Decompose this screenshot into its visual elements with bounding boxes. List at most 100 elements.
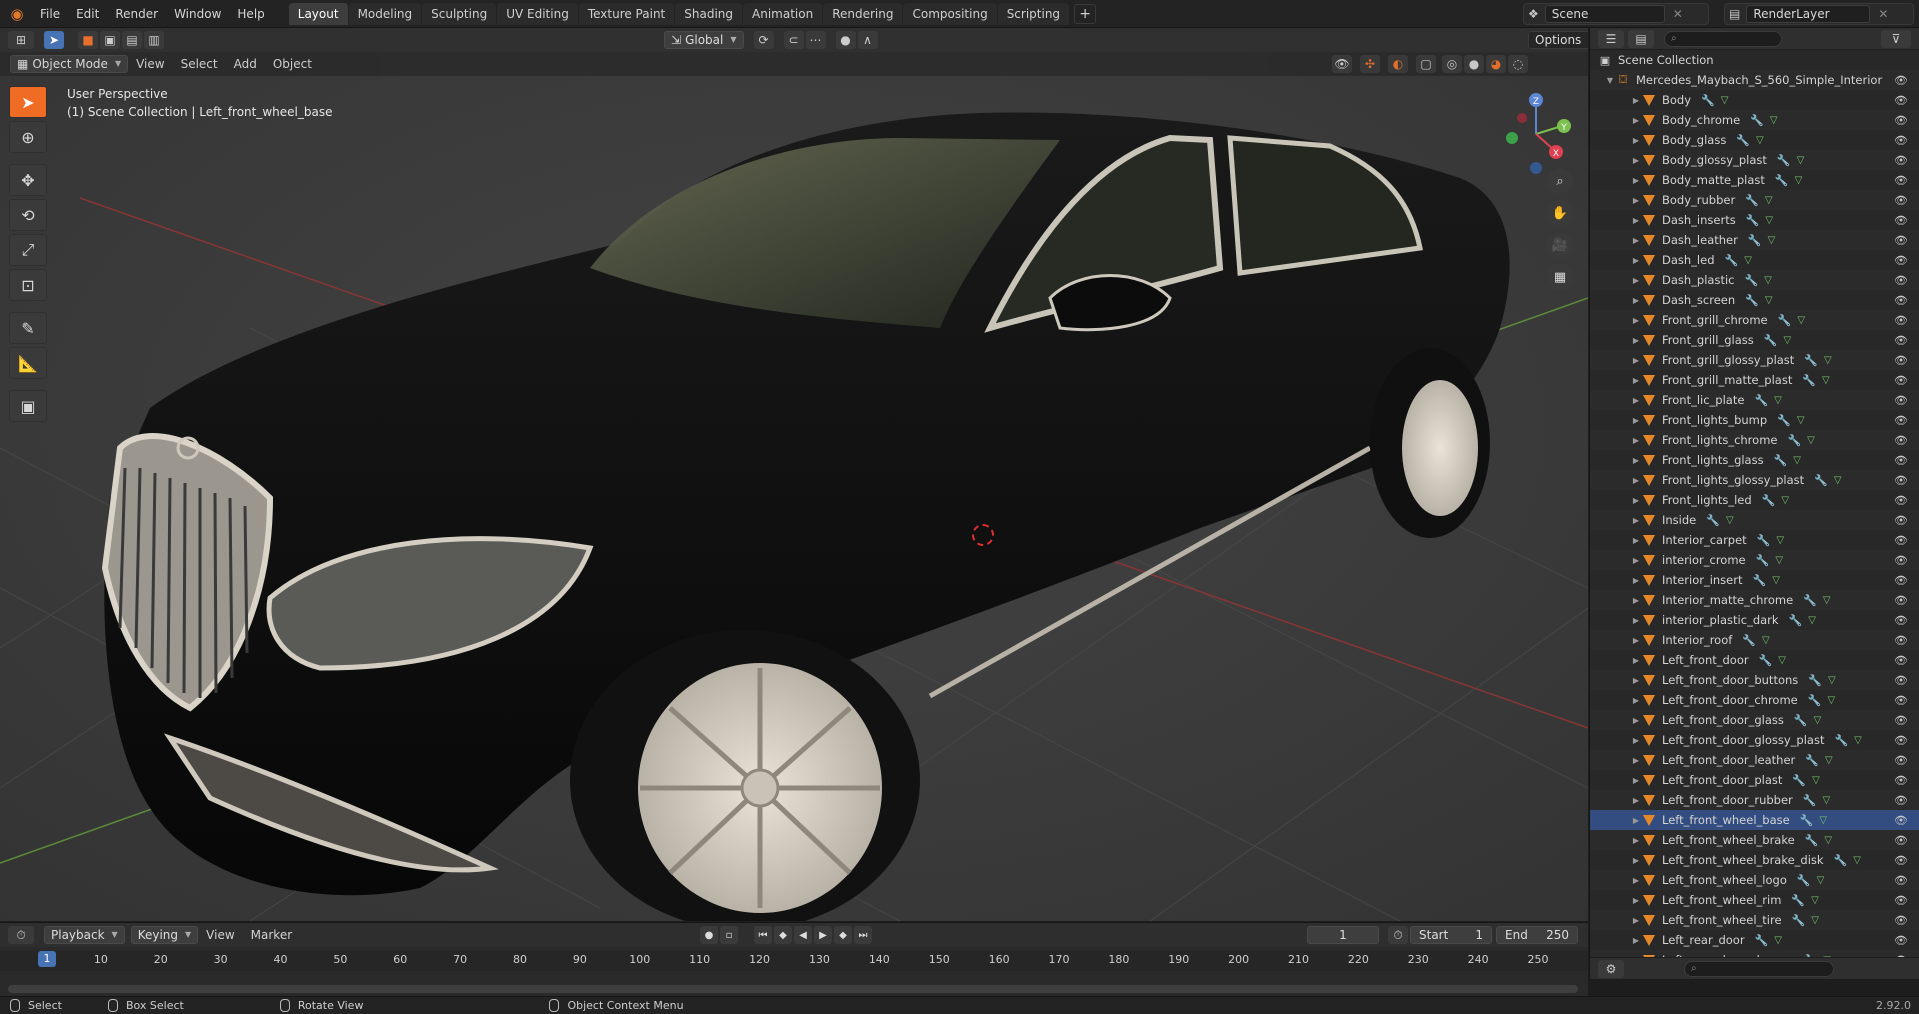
- modifier-wrench-icon[interactable]: 🔧: [1759, 654, 1773, 667]
- expand-arrow-icon[interactable]: ▶: [1630, 136, 1642, 145]
- visibility-eye-icon[interactable]: 👁: [1894, 914, 1908, 927]
- expand-arrow-icon[interactable]: ▶: [1630, 316, 1642, 325]
- auto-key-icon[interactable]: ▫: [720, 926, 738, 944]
- view-layer-close-icon[interactable]: ✕: [1878, 7, 1888, 21]
- visibility-eye-icon[interactable]: 👁: [1894, 774, 1908, 787]
- visibility-eye-icon[interactable]: 👁: [1894, 274, 1908, 287]
- mesh-data-icon[interactable]: ▽: [1765, 215, 1773, 226]
- jump-start-icon[interactable]: ⏮: [754, 926, 772, 944]
- scene-selector[interactable]: ❖ Scene ✕: [1523, 3, 1709, 25]
- visibility-eye-icon[interactable]: 👁: [1894, 434, 1908, 447]
- outliner-item[interactable]: ▶ Inside 🔧 ▽ 👁: [1590, 510, 1919, 530]
- menu-add[interactable]: Add: [226, 57, 265, 71]
- visibility-eye-icon[interactable]: 👁: [1894, 174, 1908, 187]
- tab-uv-editing[interactable]: UV Editing: [497, 2, 578, 25]
- outliner-item[interactable]: ▶ interior_plastic_dark 🔧 ▽ 👁: [1590, 610, 1919, 630]
- editor-type-icon[interactable]: ⊞: [8, 31, 34, 49]
- visibility-eye-icon[interactable]: 👁: [1894, 74, 1908, 87]
- menu-render[interactable]: Render: [107, 3, 166, 25]
- expand-arrow-icon[interactable]: ▶: [1630, 116, 1642, 125]
- end-frame-field[interactable]: End 250: [1496, 926, 1578, 944]
- scene-name-field[interactable]: Scene: [1544, 5, 1665, 23]
- wireframe-shading-icon[interactable]: ◎: [1442, 55, 1462, 73]
- menu-help[interactable]: Help: [229, 3, 272, 25]
- modifier-wrench-icon[interactable]: 🔧: [1777, 154, 1791, 167]
- outliner-item[interactable]: ▶ Body_rubber 🔧 ▽ 👁: [1590, 190, 1919, 210]
- visibility-eye-icon[interactable]: 👁: [1894, 754, 1908, 767]
- expand-arrow-icon[interactable]: ▶: [1630, 236, 1642, 245]
- modifier-wrench-icon[interactable]: 🔧: [1808, 694, 1822, 707]
- mesh-data-icon[interactable]: ▽: [1726, 515, 1734, 526]
- menu-object[interactable]: Object: [265, 57, 320, 71]
- expand-arrow-icon[interactable]: ▶: [1630, 556, 1642, 565]
- mesh-data-icon[interactable]: ▽: [1807, 435, 1815, 446]
- expand-arrow-icon[interactable]: ▶: [1630, 696, 1642, 705]
- visibility-eye-icon[interactable]: 👁: [1894, 234, 1908, 247]
- visibility-eye-icon[interactable]: 👁: [1894, 574, 1908, 587]
- expand-arrow-icon[interactable]: ▶: [1630, 756, 1642, 765]
- outliner-editor-type-icon[interactable]: ☰: [1598, 29, 1624, 48]
- mesh-data-icon[interactable]: ▽: [1817, 875, 1825, 886]
- tab-scripting[interactable]: Scripting: [997, 2, 1070, 25]
- timeline-menu-view[interactable]: View: [198, 928, 242, 942]
- outliner-item[interactable]: ▶ Left_front_wheel_base 🔧 ▽ 👁: [1590, 810, 1919, 830]
- timeline-editor-icon[interactable]: ⏱: [8, 926, 34, 944]
- expand-arrow-icon[interactable]: ▶: [1630, 736, 1642, 745]
- expand-arrow-icon[interactable]: ▶: [1630, 636, 1642, 645]
- expand-arrow-icon[interactable]: ▶: [1630, 576, 1642, 585]
- modifier-wrench-icon[interactable]: 🔧: [1794, 714, 1808, 727]
- modifier-wrench-icon[interactable]: 🔧: [1774, 454, 1788, 467]
- scale-tool-icon[interactable]: ⤢: [9, 234, 47, 266]
- blender-logo-icon[interactable]: ◉: [8, 5, 26, 23]
- visibility-eye-icon[interactable]: 👁: [1894, 674, 1908, 687]
- xray-icon[interactable]: ▢: [1416, 55, 1436, 73]
- tab-texture-paint[interactable]: Texture Paint: [578, 2, 675, 25]
- outliner-item[interactable]: ▶ Left_front_door_buttons 🔧 ▽ 👁: [1590, 670, 1919, 690]
- expand-arrow-icon[interactable]: ▶: [1630, 196, 1642, 205]
- mesh-data-icon[interactable]: ▽: [1744, 255, 1752, 266]
- mesh-data-icon[interactable]: ▽: [1765, 295, 1773, 306]
- mesh-data-icon[interactable]: ▽: [1756, 135, 1764, 146]
- modifier-wrench-icon[interactable]: 🔧: [1748, 234, 1762, 247]
- modifier-wrench-icon[interactable]: 🔧: [1742, 634, 1756, 647]
- pivot-point-icon[interactable]: ⟳: [753, 31, 774, 49]
- visibility-eye-icon[interactable]: 👁: [1894, 114, 1908, 127]
- outliner-item[interactable]: ▶ Left_front_door_leather 🔧 ▽ 👁: [1590, 750, 1919, 770]
- visibility-eye-icon[interactable]: 👁: [1894, 534, 1908, 547]
- expand-arrow-icon[interactable]: ▶: [1630, 596, 1642, 605]
- outliner-item[interactable]: ▶ Front_grill_matte_plast 🔧 ▽ 👁: [1590, 370, 1919, 390]
- expand-arrow-icon[interactable]: ▶: [1630, 536, 1642, 545]
- mesh-data-icon[interactable]: ▽: [1797, 155, 1805, 166]
- jump-end-icon[interactable]: ⏭: [854, 926, 872, 944]
- modifier-wrench-icon[interactable]: 🔧: [1803, 794, 1817, 807]
- outliner-item[interactable]: ▶ Interior_matte_chrome 🔧 ▽ 👁: [1590, 590, 1919, 610]
- visibility-eye-icon[interactable]: 👁: [1894, 454, 1908, 467]
- visibility-eye-icon[interactable]: 👁: [1894, 834, 1908, 847]
- outliner-item[interactable]: ▶ Front_lights_glossy_plast 🔧 ▽ 👁: [1590, 470, 1919, 490]
- pan-hand-icon[interactable]: ✋: [1547, 200, 1573, 226]
- outliner-item[interactable]: ▶ Body_glass 🔧 ▽ 👁: [1590, 130, 1919, 150]
- modifier-wrench-icon[interactable]: 🔧: [1725, 254, 1739, 267]
- select-subtract-icon[interactable]: ▤: [122, 31, 142, 49]
- outliner-item[interactable]: ▶ Dash_inserts 🔧 ▽ 👁: [1590, 210, 1919, 230]
- modifier-wrench-icon[interactable]: 🔧: [1764, 334, 1778, 347]
- outliner-item[interactable]: ▶ Left_front_door_plast 🔧 ▽ 👁: [1590, 770, 1919, 790]
- outliner-item[interactable]: ▶ Body_chrome 🔧 ▽ 👁: [1590, 110, 1919, 130]
- expand-arrow-icon[interactable]: ▶: [1630, 796, 1642, 805]
- tab-sculpting[interactable]: Sculpting: [422, 2, 497, 25]
- mesh-data-icon[interactable]: ▽: [1828, 675, 1836, 686]
- snap-target-icon[interactable]: ⋯: [805, 31, 826, 49]
- camera-view-icon[interactable]: 🎥: [1547, 232, 1573, 258]
- outliner-item[interactable]: ▶ Dash_screen 🔧 ▽ 👁: [1590, 290, 1919, 310]
- outliner-item[interactable]: ▶ Left_front_wheel_logo 🔧 ▽ 👁: [1590, 870, 1919, 890]
- menu-select[interactable]: Select: [173, 57, 226, 71]
- modifier-wrench-icon[interactable]: 🔧: [1775, 174, 1789, 187]
- outliner-item[interactable]: ▶ Interior_roof 🔧 ▽ 👁: [1590, 630, 1919, 650]
- navigation-gizmo[interactable]: Z Y X: [1498, 86, 1576, 176]
- modifier-wrench-icon[interactable]: 🔧: [1745, 274, 1759, 287]
- move-tool-icon[interactable]: ✥: [9, 164, 47, 196]
- add-cube-tool-icon[interactable]: ▣: [9, 390, 47, 422]
- timeline-ruler[interactable]: 1 10 20 30 40 50 60 70 80 90 100 110 120 130 140 150 16…: [0, 951, 1588, 971]
- snap-icon[interactable]: ⊂: [783, 31, 804, 49]
- modifier-wrench-icon[interactable]: 🔧: [1756, 554, 1770, 567]
